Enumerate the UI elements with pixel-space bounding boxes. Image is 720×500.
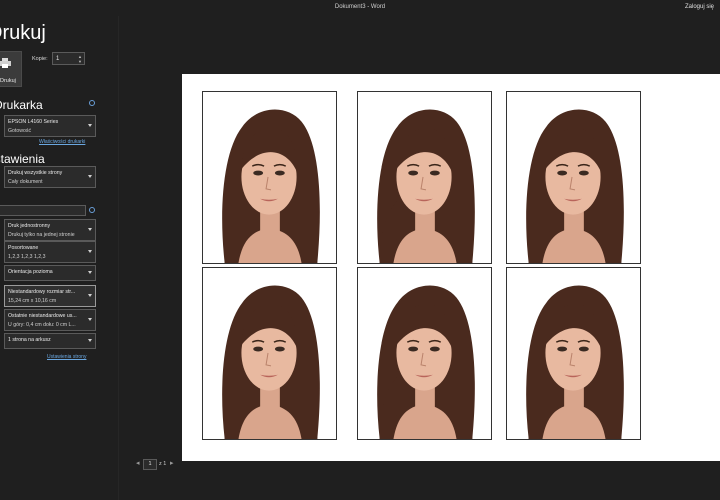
passport-photo [202,267,337,440]
print-range-value: Cały dokument [8,179,43,185]
previous-page-icon[interactable]: ◂ [136,459,140,467]
print-button[interactable]: Drukuj [0,51,22,87]
portrait-illustration [358,92,491,263]
chevron-down-icon [88,228,92,231]
margins-value: U góry: 0,4 cm dołu: 0 cm L... [8,322,76,328]
margins-label: Ostatnie niestandardowe us... [8,313,77,319]
printer-icon [0,58,11,68]
current-page-input[interactable]: 1 [143,459,157,470]
printer-name: EPSON L4160 Series [8,119,59,125]
passport-photo [202,91,337,264]
chevron-down-icon [88,339,92,342]
copies-label: Kopie: [32,56,48,62]
pages-input[interactable] [0,205,86,216]
portrait-illustration [507,92,640,263]
page-title: Drukuj [0,22,46,44]
portrait-illustration [203,92,336,263]
sides-value: Drukuj tylko na jednej stronie [8,232,75,238]
copies-value: 1 [56,56,60,62]
chevron-down-icon [88,318,92,321]
collation-label: Posortowane [8,245,39,251]
info-icon[interactable] [89,100,95,106]
chevron-down-icon [88,124,92,127]
pages-per-sheet-dropdown[interactable]: 1 strona na arkusz [4,333,96,349]
paper-size-dropdown[interactable]: Niestandardowy rozmiar str... 15,24 cm x… [4,285,96,307]
panel-divider [118,16,119,500]
copies-stepper[interactable]: 1 ▲ ▼ [52,52,85,65]
print-range-label: Drukuj wszystkie strony [8,170,63,176]
passport-photo [357,267,492,440]
sides-label: Druk jednostronny [8,223,51,229]
chevron-down-icon [88,271,92,274]
pages-per-sheet-value: 1 strona na arkusz [8,337,51,343]
printer-status: Gotowość [8,128,32,134]
passport-photo [506,267,641,440]
next-page-icon[interactable]: ▸ [170,459,174,467]
orientation-value: Orientacja pozioma [8,269,53,275]
settings-section-title: Ustawienia [0,152,45,166]
paper-size-value: 15,24 cm x 10,16 cm [8,298,57,304]
chevron-down-icon [88,294,92,297]
passport-photo [506,91,641,264]
print-settings-panel: Drukuj Drukuj Kopie: 1 ▲▼ Drukarka EPSON… [0,16,118,500]
document-title: Dokument3 - Word [334,4,386,10]
printer-section-title: Drukarka [0,98,43,112]
page-setup-link[interactable]: Ustawienia strony [47,354,86,360]
portrait-illustration [358,268,491,439]
info-icon[interactable] [89,207,95,213]
portrait-illustration [507,268,640,439]
print-preview-page [182,74,720,461]
spinner-arrows-icon[interactable]: ▲ ▼ [78,54,82,64]
paper-size-label: Niestandardowy rozmiar str... [8,289,76,295]
collation-dropdown[interactable]: Posortowane 1,2,3 1,2,3 1,2,3 [4,241,96,263]
title-bar: Dokument3 - Word Zaloguj się [0,0,720,16]
margins-dropdown[interactable]: Ostatnie niestandardowe us... U góry: 0,… [4,309,96,331]
print-range-dropdown[interactable]: Drukuj wszystkie strony Cały dokument [4,166,96,188]
printer-properties-link[interactable]: Właściwości drukarki [39,139,85,145]
chevron-down-icon [88,175,92,178]
print-button-label: Drukuj [0,78,16,84]
chevron-down-icon [88,250,92,253]
printer-dropdown[interactable]: EPSON L4160 Series Gotowość [4,115,96,137]
passport-photo [357,91,492,264]
page-count: z 1 [159,461,167,467]
collation-value: 1,2,3 1,2,3 1,2,3 [8,254,46,260]
sides-dropdown[interactable]: Druk jednostronny Drukuj tylko na jednej… [4,219,96,241]
orientation-dropdown[interactable]: Orientacja pozioma [4,265,96,281]
portrait-illustration [203,268,336,439]
sign-in-link[interactable]: Zaloguj się [685,4,714,10]
